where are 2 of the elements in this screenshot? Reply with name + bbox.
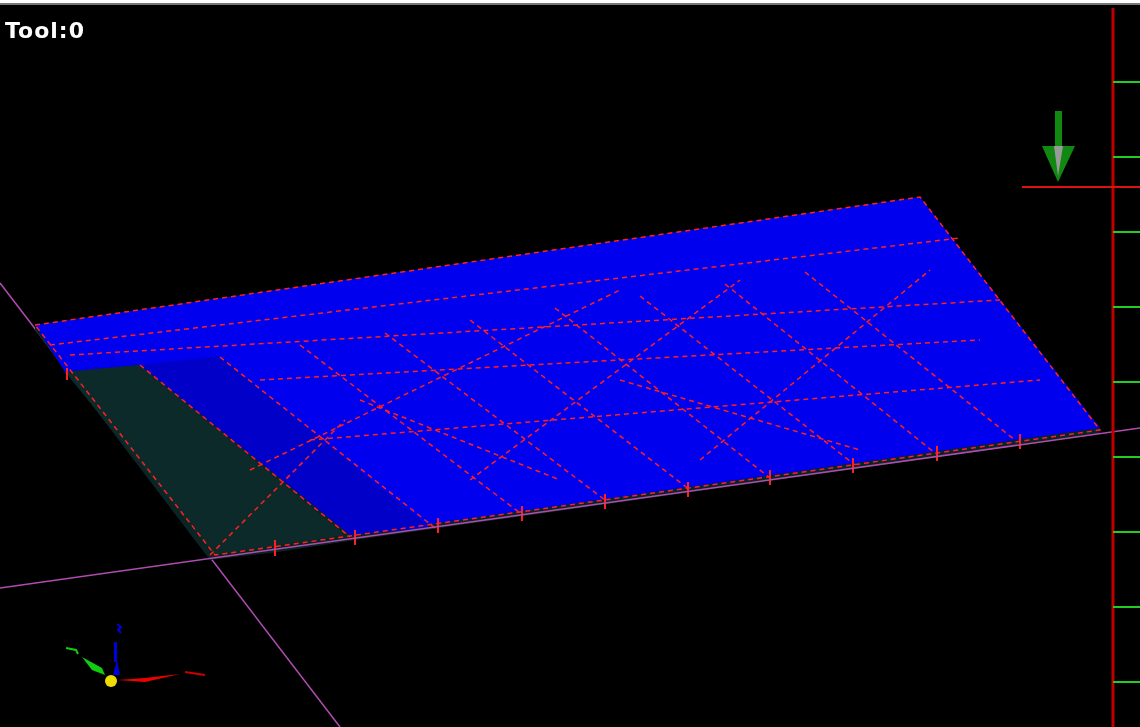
arrow-down-icon [1042, 111, 1075, 182]
tool-label: Tool:0 [5, 20, 85, 42]
